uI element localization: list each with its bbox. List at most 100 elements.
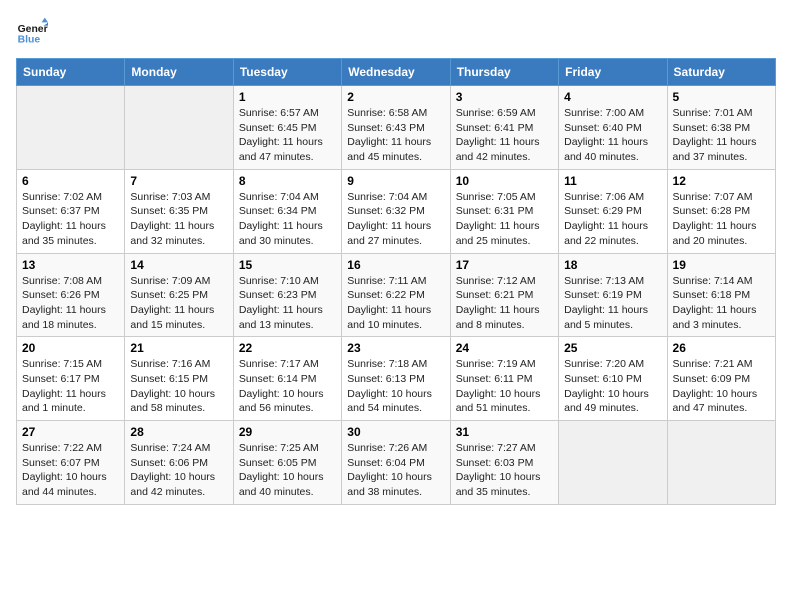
weekday-header: Monday bbox=[125, 59, 233, 86]
day-number: 12 bbox=[673, 174, 770, 188]
day-number: 23 bbox=[347, 341, 444, 355]
day-number: 25 bbox=[564, 341, 661, 355]
day-detail: Sunrise: 7:09 AM Sunset: 6:25 PM Dayligh… bbox=[130, 274, 227, 333]
calendar-cell: 15Sunrise: 7:10 AM Sunset: 6:23 PM Dayli… bbox=[233, 253, 341, 337]
calendar-cell: 7 Sunrise: 7:03 AM Sunset: 6:35 PM Daylig… bbox=[125, 169, 233, 253]
calendar-cell bbox=[667, 421, 775, 505]
weekday-header: Thursday bbox=[450, 59, 558, 86]
day-detail: Sunrise: 7:11 AM Sunset: 6:22 PM Dayligh… bbox=[347, 274, 444, 333]
day-detail: Sunrise: 7:26 AM Sunset: 6:04 PM Dayligh… bbox=[347, 441, 444, 500]
day-number: 28 bbox=[130, 425, 227, 439]
calendar-week-row: 6 Sunrise: 7:02 AM Sunset: 6:37 PM Daylig… bbox=[17, 169, 776, 253]
day-detail: Sunrise: 6:58 AM Sunset: 6:43 PM Dayligh… bbox=[347, 106, 444, 165]
day-number: 18 bbox=[564, 258, 661, 272]
day-number: 9 bbox=[347, 174, 444, 188]
day-detail: Sunrise: 7:24 AM Sunset: 6:06 PM Dayligh… bbox=[130, 441, 227, 500]
day-detail: Sunrise: 7:13 AM Sunset: 6:19 PM Dayligh… bbox=[564, 274, 661, 333]
calendar-cell: 14 Sunrise: 7:09 AM Sunset: 6:25 PM Dayli… bbox=[125, 253, 233, 337]
day-detail: Sunrise: 7:07 AM Sunset: 6:28 PM Dayligh… bbox=[673, 190, 770, 249]
day-number: 5 bbox=[673, 90, 770, 104]
day-number: 7 bbox=[130, 174, 227, 188]
calendar-week-row: 27 Sunrise: 7:22 AM Sunset: 6:07 PM Dayli… bbox=[17, 421, 776, 505]
calendar-cell bbox=[17, 86, 125, 170]
calendar-cell: 26 Sunrise: 7:21 AM Sunset: 6:09 PM Dayli… bbox=[667, 337, 775, 421]
svg-text:General: General bbox=[18, 24, 48, 35]
calendar-cell bbox=[559, 421, 667, 505]
svg-text:Blue: Blue bbox=[18, 34, 41, 45]
weekday-header: Wednesday bbox=[342, 59, 450, 86]
day-detail: Sunrise: 7:14 AM Sunset: 6:18 PM Dayligh… bbox=[673, 274, 770, 333]
calendar-cell: 20Sunrise: 7:15 AM Sunset: 6:17 PM Dayli… bbox=[17, 337, 125, 421]
calendar-cell: 3Sunrise: 6:59 AM Sunset: 6:41 PM Daylig… bbox=[450, 86, 558, 170]
day-detail: Sunrise: 7:17 AM Sunset: 6:14 PM Dayligh… bbox=[239, 357, 336, 416]
day-detail: Sunrise: 7:20 AM Sunset: 6:10 PM Dayligh… bbox=[564, 357, 661, 416]
calendar-cell: 9 Sunrise: 7:04 AM Sunset: 6:32 PM Daylig… bbox=[342, 169, 450, 253]
day-number: 2 bbox=[347, 90, 444, 104]
weekday-header: Friday bbox=[559, 59, 667, 86]
calendar-cell: 24Sunrise: 7:19 AM Sunset: 6:11 PM Dayli… bbox=[450, 337, 558, 421]
calendar-cell: 19 Sunrise: 7:14 AM Sunset: 6:18 PM Dayli… bbox=[667, 253, 775, 337]
day-detail: Sunrise: 7:03 AM Sunset: 6:35 PM Dayligh… bbox=[130, 190, 227, 249]
calendar-cell: 2 Sunrise: 6:58 AM Sunset: 6:43 PM Daylig… bbox=[342, 86, 450, 170]
calendar-table: SundayMondayTuesdayWednesdayThursdayFrid… bbox=[16, 58, 776, 505]
day-detail: Sunrise: 6:59 AM Sunset: 6:41 PM Dayligh… bbox=[456, 106, 553, 165]
calendar-cell: 31 Sunrise: 7:27 AM Sunset: 6:03 PM Dayli… bbox=[450, 421, 558, 505]
calendar-cell: 27 Sunrise: 7:22 AM Sunset: 6:07 PM Dayli… bbox=[17, 421, 125, 505]
day-number: 1 bbox=[239, 90, 336, 104]
calendar-cell: 23 Sunrise: 7:18 AM Sunset: 6:13 PM Dayli… bbox=[342, 337, 450, 421]
calendar-week-row: 1 Sunrise: 6:57 AM Sunset: 6:45 PM Daylig… bbox=[17, 86, 776, 170]
day-number: 4 bbox=[564, 90, 661, 104]
calendar-cell: 10 Sunrise: 7:05 AM Sunset: 6:31 PM Dayli… bbox=[450, 169, 558, 253]
day-number: 21 bbox=[130, 341, 227, 355]
weekday-header: Tuesday bbox=[233, 59, 341, 86]
calendar-week-row: 20Sunrise: 7:15 AM Sunset: 6:17 PM Dayli… bbox=[17, 337, 776, 421]
calendar-cell: 30 Sunrise: 7:26 AM Sunset: 6:04 PM Dayli… bbox=[342, 421, 450, 505]
day-number: 14 bbox=[130, 258, 227, 272]
page-header: General Blue bbox=[16, 16, 776, 48]
day-detail: Sunrise: 7:08 AM Sunset: 6:26 PM Dayligh… bbox=[22, 274, 119, 333]
day-number: 19 bbox=[673, 258, 770, 272]
day-detail: Sunrise: 7:19 AM Sunset: 6:11 PM Dayligh… bbox=[456, 357, 553, 416]
logo: General Blue bbox=[16, 16, 48, 48]
day-detail: Sunrise: 7:27 AM Sunset: 6:03 PM Dayligh… bbox=[456, 441, 553, 500]
day-number: 22 bbox=[239, 341, 336, 355]
calendar-cell: 17Sunrise: 7:12 AM Sunset: 6:21 PM Dayli… bbox=[450, 253, 558, 337]
day-number: 20 bbox=[22, 341, 119, 355]
day-number: 27 bbox=[22, 425, 119, 439]
calendar-cell: 13 Sunrise: 7:08 AM Sunset: 6:26 PM Dayli… bbox=[17, 253, 125, 337]
calendar-cell: 6 Sunrise: 7:02 AM Sunset: 6:37 PM Daylig… bbox=[17, 169, 125, 253]
day-number: 15 bbox=[239, 258, 336, 272]
day-number: 26 bbox=[673, 341, 770, 355]
calendar-cell: 1 Sunrise: 6:57 AM Sunset: 6:45 PM Daylig… bbox=[233, 86, 341, 170]
day-detail: Sunrise: 7:16 AM Sunset: 6:15 PM Dayligh… bbox=[130, 357, 227, 416]
calendar-header-row: SundayMondayTuesdayWednesdayThursdayFrid… bbox=[17, 59, 776, 86]
calendar-cell: 28 Sunrise: 7:24 AM Sunset: 6:06 PM Dayli… bbox=[125, 421, 233, 505]
day-detail: Sunrise: 7:02 AM Sunset: 6:37 PM Dayligh… bbox=[22, 190, 119, 249]
day-detail: Sunrise: 7:04 AM Sunset: 6:32 PM Dayligh… bbox=[347, 190, 444, 249]
day-number: 13 bbox=[22, 258, 119, 272]
day-number: 17 bbox=[456, 258, 553, 272]
day-detail: Sunrise: 7:05 AM Sunset: 6:31 PM Dayligh… bbox=[456, 190, 553, 249]
calendar-cell: 8Sunrise: 7:04 AM Sunset: 6:34 PM Daylig… bbox=[233, 169, 341, 253]
weekday-header: Sunday bbox=[17, 59, 125, 86]
weekday-header: Saturday bbox=[667, 59, 775, 86]
day-number: 6 bbox=[22, 174, 119, 188]
calendar-cell: 22 Sunrise: 7:17 AM Sunset: 6:14 PM Dayli… bbox=[233, 337, 341, 421]
calendar-week-row: 13 Sunrise: 7:08 AM Sunset: 6:26 PM Dayli… bbox=[17, 253, 776, 337]
day-number: 16 bbox=[347, 258, 444, 272]
calendar-cell: 11Sunrise: 7:06 AM Sunset: 6:29 PM Dayli… bbox=[559, 169, 667, 253]
logo-icon: General Blue bbox=[16, 16, 48, 48]
day-detail: Sunrise: 7:22 AM Sunset: 6:07 PM Dayligh… bbox=[22, 441, 119, 500]
day-detail: Sunrise: 7:21 AM Sunset: 6:09 PM Dayligh… bbox=[673, 357, 770, 416]
day-detail: Sunrise: 7:18 AM Sunset: 6:13 PM Dayligh… bbox=[347, 357, 444, 416]
day-number: 31 bbox=[456, 425, 553, 439]
calendar-cell: 29Sunrise: 7:25 AM Sunset: 6:05 PM Dayli… bbox=[233, 421, 341, 505]
day-detail: Sunrise: 6:57 AM Sunset: 6:45 PM Dayligh… bbox=[239, 106, 336, 165]
day-detail: Sunrise: 7:04 AM Sunset: 6:34 PM Dayligh… bbox=[239, 190, 336, 249]
calendar-cell: 18 Sunrise: 7:13 AM Sunset: 6:19 PM Dayli… bbox=[559, 253, 667, 337]
day-detail: Sunrise: 7:01 AM Sunset: 6:38 PM Dayligh… bbox=[673, 106, 770, 165]
day-number: 30 bbox=[347, 425, 444, 439]
calendar-cell: 16 Sunrise: 7:11 AM Sunset: 6:22 PM Dayli… bbox=[342, 253, 450, 337]
calendar-cell: 5 Sunrise: 7:01 AM Sunset: 6:38 PM Daylig… bbox=[667, 86, 775, 170]
day-number: 10 bbox=[456, 174, 553, 188]
